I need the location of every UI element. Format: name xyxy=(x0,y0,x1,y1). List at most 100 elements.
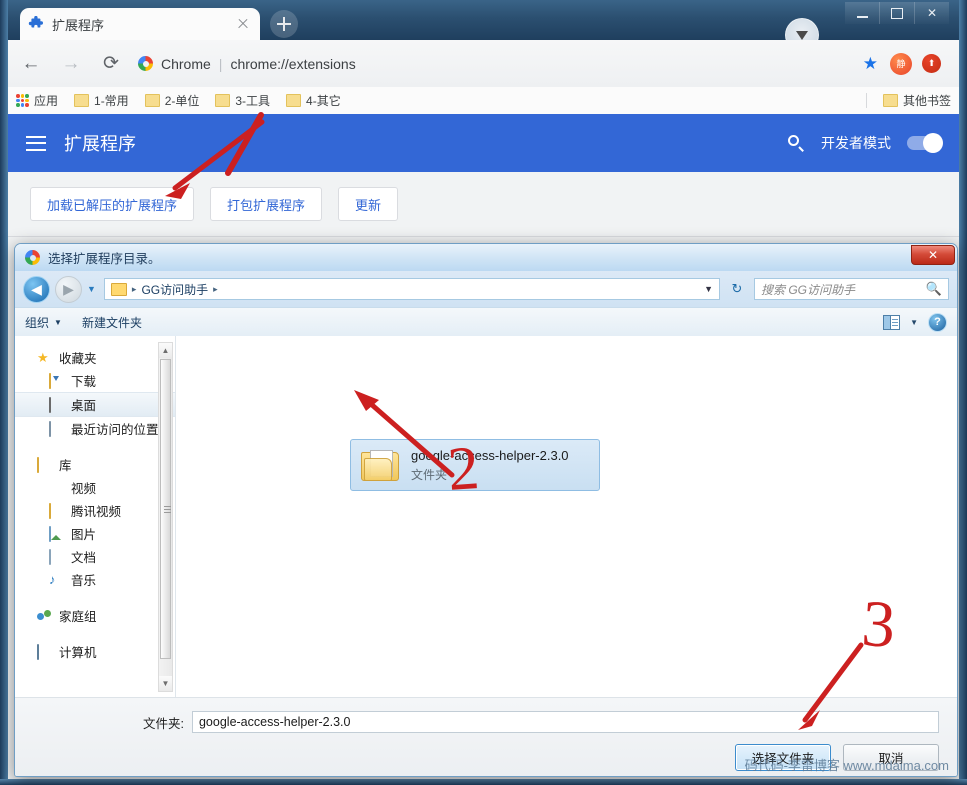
computer-icon xyxy=(37,643,53,660)
folder-icon xyxy=(49,502,65,519)
forward-button[interactable]: ▶ xyxy=(55,275,82,303)
bookmark-star-icon[interactable]: ★ xyxy=(863,54,878,74)
sidebar-item-homegroup[interactable]: 家庭组 xyxy=(15,604,175,627)
bookmark-folder-3[interactable]: 3-工具 xyxy=(207,90,278,112)
breadcrumb-separator: ▸ xyxy=(131,283,137,294)
extensions-header: 扩展程序 开发者模式 xyxy=(8,114,959,172)
new-tab-button[interactable] xyxy=(270,10,298,38)
desktop-icon xyxy=(49,396,65,413)
dialog-body: ★ 收藏夹 下载 桌面 最近访问的位置 库 视频 腾讯视频 图片 文档 ♪ 音乐… xyxy=(15,336,957,698)
file-list-pane[interactable]: google-access-helper-2.3.0 文件夹 xyxy=(176,336,957,698)
chevron-down-icon: ▼ xyxy=(54,317,62,327)
sidebar-item-label: 最近访问的位置 xyxy=(71,423,159,437)
address-bar[interactable]: Chrome | chrome://extensions xyxy=(138,49,853,79)
breadcrumb-item[interactable]: GG访问助手 xyxy=(141,281,208,298)
sidebar-item-label: 桌面 xyxy=(71,399,97,413)
bookmarks-bar: 应用 1-常用 2-单位 3-工具 4-其它 其他书签 xyxy=(8,87,959,115)
file-type: 文件夹 xyxy=(411,467,448,482)
chevron-down-icon[interactable]: ▼ xyxy=(910,318,918,327)
hamburger-menu-icon[interactable] xyxy=(26,135,46,151)
sidebar-item-favorites[interactable]: ★ 收藏夹 xyxy=(15,346,175,369)
back-button[interactable]: ← xyxy=(14,47,48,81)
new-folder-button[interactable]: 新建文件夹 xyxy=(82,314,142,331)
search-icon[interactable] xyxy=(788,134,805,152)
breadcrumb-separator: ▸ xyxy=(213,283,218,294)
sidebar-item-downloads[interactable]: 下载 xyxy=(15,369,175,392)
refresh-icon[interactable]: ↻ xyxy=(725,278,749,300)
omnibox-url: chrome://extensions xyxy=(230,55,356,72)
bookmark-folder-4[interactable]: 4-其它 xyxy=(278,90,349,112)
extension-icon-1[interactable]: 静 xyxy=(890,52,912,75)
history-dropdown-icon[interactable]: ▼ xyxy=(87,284,96,294)
search-input[interactable]: 搜索 GG访问助手 🔍 xyxy=(754,278,949,300)
forward-button[interactable]: → xyxy=(54,47,88,81)
bookmark-label: 4-其它 xyxy=(306,94,341,108)
bookmark-folder-1[interactable]: 1-常用 xyxy=(66,90,137,112)
sidebar-item-label: 腾讯视频 xyxy=(71,505,122,519)
sidebar-item-desktop[interactable]: 桌面 xyxy=(15,392,175,417)
tab-strip: 扩展程序 ✕ xyxy=(8,0,959,52)
extension-icon-2[interactable]: ⬆ xyxy=(922,54,941,73)
folder-icon xyxy=(144,94,160,107)
window-frame-left xyxy=(0,0,8,785)
sidebar-item-libraries[interactable]: 库 xyxy=(15,453,175,476)
browser-tab-extensions[interactable]: 扩展程序 xyxy=(20,8,260,40)
bookmark-apps[interactable]: 应用 xyxy=(8,90,66,112)
bookmark-folder-2[interactable]: 2-单位 xyxy=(137,90,208,112)
search-placeholder: 搜索 GG访问助手 xyxy=(761,282,856,297)
navigation-scrollbar[interactable]: ▲ ▼ xyxy=(158,342,173,692)
watermark: 码代码-李雷博客 www.mdaima.com xyxy=(744,758,949,773)
sidebar-item-computer[interactable]: 计算机 xyxy=(15,640,175,663)
dialog-toolbar: 组织 ▼ 新建文件夹 ▼ ? xyxy=(15,307,957,337)
developer-mode-label: 开发者模式 xyxy=(821,135,891,151)
list-item[interactable]: google-access-helper-2.3.0 文件夹 xyxy=(350,439,600,491)
folder-icon xyxy=(286,94,302,107)
back-button[interactable]: ◀ xyxy=(23,275,50,303)
close-window-button[interactable]: ✕ xyxy=(914,2,949,24)
chevron-down-icon[interactable]: ▼ xyxy=(704,284,713,294)
bookmark-other[interactable]: 其他书签 xyxy=(875,90,959,112)
folder-name-input[interactable]: google-access-helper-2.3.0 xyxy=(191,711,939,733)
video-icon xyxy=(49,481,65,495)
developer-mode-toggle[interactable] xyxy=(907,133,943,153)
sidebar-item-documents[interactable]: 文档 xyxy=(15,545,175,568)
sidebar-item-tencent-video[interactable]: 腾讯视频 xyxy=(15,499,175,522)
sidebar-item-pictures[interactable]: 图片 xyxy=(15,522,175,545)
bookmark-label: 应用 xyxy=(34,94,59,108)
address-breadcrumb-bar[interactable]: ▸ GG访问助手 ▸ ▼ xyxy=(103,278,720,300)
pack-extension-button[interactable]: 打包扩展程序 xyxy=(210,187,323,221)
chrome-logo-icon xyxy=(138,56,153,71)
folder-name-row: 文件夹: google-access-helper-2.3.0 xyxy=(15,698,957,740)
help-button[interactable]: ? xyxy=(928,312,947,332)
dialog-footer: 文件夹: google-access-helper-2.3.0 选择文件夹 取消… xyxy=(15,697,957,776)
load-unpacked-button[interactable]: 加载已解压的扩展程序 xyxy=(30,187,195,221)
scroll-up-icon[interactable]: ▲ xyxy=(159,343,172,358)
sidebar-item-label: 下载 xyxy=(71,375,97,389)
sidebar-item-label: 家庭组 xyxy=(59,610,97,624)
homegroup-icon xyxy=(37,609,53,623)
change-view-icon[interactable] xyxy=(883,314,901,330)
close-icon[interactable] xyxy=(234,15,252,33)
update-button[interactable]: 更新 xyxy=(338,187,399,221)
scroll-down-icon[interactable]: ▼ xyxy=(159,676,172,691)
organize-menu[interactable]: 组织 ▼ xyxy=(25,314,62,331)
maximize-button[interactable] xyxy=(879,2,914,24)
sidebar-item-label: 视频 xyxy=(71,482,97,496)
sidebar-item-recent-places[interactable]: 最近访问的位置 xyxy=(15,417,175,440)
select-folder-dialog: 选择扩展程序目录。 ✕ ◀ ▶ ▼ ▸ GG访问助手 ▸ ▼ ↻ 搜索 GG访问… xyxy=(14,243,958,777)
window-frame-right xyxy=(959,0,967,785)
sidebar-item-music[interactable]: ♪ 音乐 xyxy=(15,568,175,591)
sidebar-item-videos[interactable]: 视频 xyxy=(15,476,175,499)
sidebar-item-label: 图片 xyxy=(71,528,97,542)
navigation-list: ★ 收藏夹 下载 桌面 最近访问的位置 库 视频 腾讯视频 图片 文档 ♪ 音乐… xyxy=(15,336,175,663)
page-title: 扩展程序 xyxy=(64,134,136,154)
folder-icon xyxy=(361,449,399,481)
extensions-action-bar: 加载已解压的扩展程序 打包扩展程序 更新 xyxy=(8,172,959,237)
minimize-button[interactable] xyxy=(845,2,879,24)
bookmarks-bar-right: 其他书签 xyxy=(858,90,959,112)
dialog-close-button[interactable]: ✕ xyxy=(911,245,955,265)
scrollbar-thumb[interactable] xyxy=(160,359,171,659)
apps-grid-icon xyxy=(16,94,29,107)
window-frame-bottom xyxy=(0,779,967,785)
reload-button[interactable]: ⟳ xyxy=(94,47,128,81)
